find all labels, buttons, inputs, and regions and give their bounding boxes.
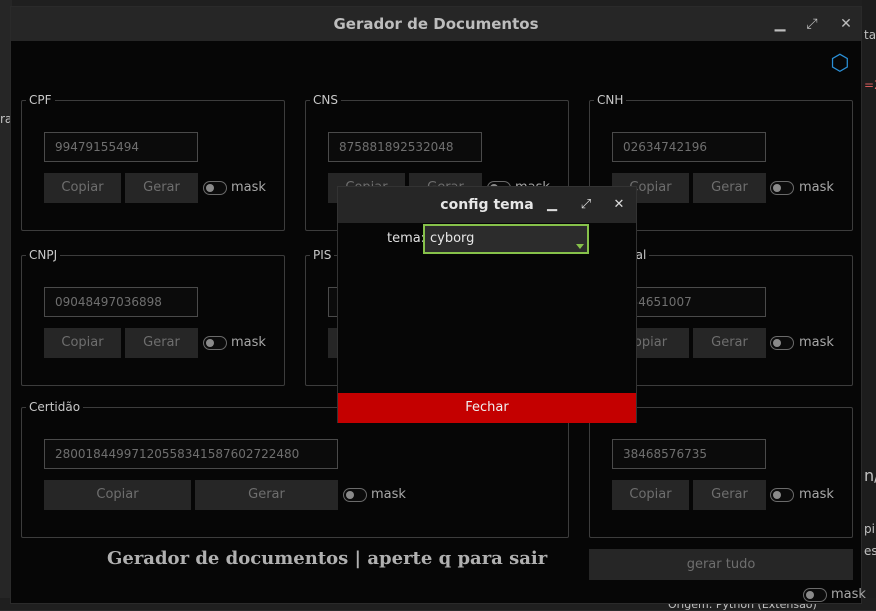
cpf-copy-button[interactable]: Copiar <box>44 173 121 203</box>
group-label: PIS <box>313 248 332 262</box>
gear-icon[interactable]: ⬡ <box>829 53 851 75</box>
global-mask-label: mask <box>831 587 866 602</box>
certidao-field[interactable]: 28001844997120558341587602722480 <box>44 439 338 469</box>
renavam-copy-button[interactable]: Copiar <box>612 480 689 510</box>
generate-all-button[interactable]: gerar tudo <box>589 549 853 580</box>
window-title: Gerador de Documentos <box>333 15 539 33</box>
titulo-mask-label: mask <box>799 335 834 350</box>
cpf-field[interactable]: 99479155494 <box>44 132 198 162</box>
cpf-mask-toggle[interactable] <box>203 181 227 195</box>
theme-select[interactable]: cyborg <box>423 224 589 254</box>
cns-field[interactable]: 875881892532048 <box>328 132 482 162</box>
bg-text-fragment: n/ <box>864 466 876 485</box>
close-icon[interactable]: ✕ <box>837 15 855 33</box>
maximize-icon[interactable]: ⤢ <box>577 196 595 214</box>
bg-text-fragment: =2 <box>864 78 876 92</box>
certidao-generate-button[interactable]: Gerar <box>195 480 338 510</box>
group-label: CNS <box>313 93 338 107</box>
global-mask-toggle[interactable] <box>803 588 827 602</box>
cnpj-mask-label: mask <box>231 335 266 350</box>
cnh-mask-toggle[interactable] <box>770 181 794 195</box>
footer-text: Gerador de documentos | aperte q para sa… <box>107 548 548 569</box>
group-cnpj: CNPJ <box>21 248 285 386</box>
close-dialog-button[interactable]: Fechar <box>338 393 636 423</box>
bg-text-fragment: tac <box>864 28 876 42</box>
group-cpf: CPF <box>21 93 285 231</box>
certidao-mask-toggle[interactable] <box>343 488 367 502</box>
cnh-generate-button[interactable]: Gerar <box>693 173 766 203</box>
renavam-mask-label: mask <box>799 487 834 502</box>
cpf-mask-label: mask <box>231 180 266 195</box>
theme-config-dialog: config tema ▁ ⤢ ✕ tema: cyborg Fechar <box>337 186 637 423</box>
group-label: CNPJ <box>29 248 58 262</box>
group-label: Certidão <box>29 400 81 414</box>
titulo-generate-button[interactable]: Gerar <box>693 328 766 358</box>
cnpj-mask-toggle[interactable] <box>203 336 227 350</box>
cnpj-copy-button[interactable]: Copiar <box>44 328 121 358</box>
cnh-field[interactable]: 02634742196 <box>612 132 766 162</box>
cpf-generate-button[interactable]: Gerar <box>125 173 198 203</box>
chevron-down-icon <box>576 244 584 249</box>
cnpj-generate-button[interactable]: Gerar <box>125 328 198 358</box>
certidao-copy-button[interactable]: Copiar <box>44 480 191 510</box>
close-icon[interactable]: ✕ <box>610 196 628 214</box>
renavam-field[interactable]: 38468576735 <box>612 439 766 469</box>
cnpj-field[interactable]: 09048497036898 <box>44 287 198 317</box>
theme-select-value: cyborg <box>430 231 475 246</box>
titulo-mask-toggle[interactable] <box>770 336 794 350</box>
minimize-icon[interactable]: ▁ <box>543 196 561 214</box>
bg-text-fragment: pi a <box>864 522 876 536</box>
cnh-mask-label: mask <box>799 180 834 195</box>
theme-label: tema: <box>387 231 426 246</box>
minimize-icon[interactable]: ▁ <box>771 15 789 33</box>
bg-text-fragment: es <box>864 544 876 558</box>
group-label: CNH <box>597 93 624 107</box>
certidao-mask-label: mask <box>371 487 406 502</box>
renavam-generate-button[interactable]: Gerar <box>693 480 766 510</box>
maximize-icon[interactable]: ⤢ <box>803 15 821 33</box>
group-label: CPF <box>29 93 52 107</box>
renavam-mask-toggle[interactable] <box>770 488 794 502</box>
